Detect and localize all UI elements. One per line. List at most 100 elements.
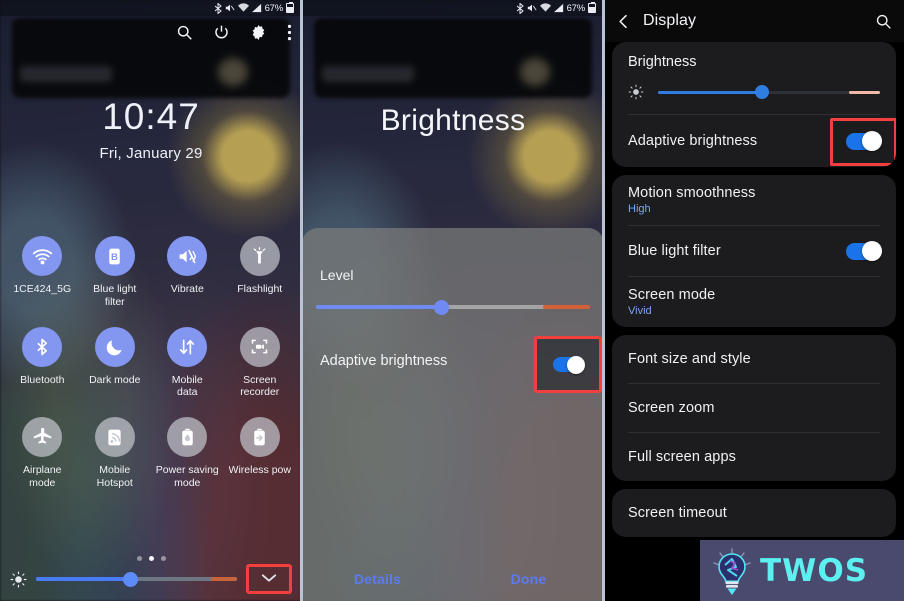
screenshot-root: 67% 10:47 Fri, January 29 1CE424_5G B Bl…: [0, 0, 904, 601]
slider-fill: [316, 305, 443, 309]
mute-icon: [527, 3, 537, 13]
bluetooth-icon: [516, 2, 524, 14]
bluetooth-icon: [22, 326, 63, 367]
slider-fill: [36, 577, 131, 581]
tile-label: Mobile data: [171, 373, 203, 399]
battery-icon: [588, 1, 596, 13]
panel-divider-1: [300, 0, 303, 601]
collapse-panel-button[interactable]: [246, 564, 292, 594]
row-screen-mode[interactable]: Screen mode Vivid: [612, 277, 896, 327]
tile-power-saving-mode[interactable]: Power saving mode: [151, 417, 224, 490]
lightbulb-icon: [710, 546, 754, 596]
moon-icon: [94, 326, 135, 367]
tile-dark-mode[interactable]: Dark mode: [79, 326, 152, 400]
tile-label: Dark mode: [89, 373, 141, 386]
search-icon[interactable]: [875, 13, 892, 30]
tile-airplane-mode[interactable]: Airplane mode: [6, 417, 79, 490]
sun-icon: [10, 570, 27, 588]
display-settings-panel: Display Brightness Adaptive brightness M…: [604, 0, 904, 601]
adaptive-brightness-toggle[interactable]: [553, 355, 585, 374]
wifi-icon: [22, 236, 63, 276]
brightness-card: Brightness Adaptive brightness: [612, 42, 896, 167]
wireless-power-share-icon: [239, 417, 280, 458]
gear-icon[interactable]: [250, 24, 267, 41]
airplane-icon: [22, 417, 63, 458]
tile-screen-recorder[interactable]: Screen recorder: [224, 326, 297, 400]
slider-knob[interactable]: [123, 571, 139, 587]
row-full-screen-apps[interactable]: Full screen apps: [612, 433, 896, 481]
row-motion-smoothness[interactable]: Motion smoothness High: [612, 175, 896, 225]
slider-warm-segment: [848, 90, 880, 94]
slider-warm-segment: [543, 305, 590, 309]
toggle-knob: [862, 241, 882, 261]
status-bar: 67%: [0, 0, 302, 16]
row-label: Full screen apps: [628, 449, 736, 465]
page-title: Display: [643, 12, 697, 29]
tile-bluetooth[interactable]: Bluetooth: [6, 326, 79, 400]
tile-label: 1CE424_5G: [13, 283, 72, 295]
tile-label: Bluetooth: [20, 373, 65, 386]
tile-label: Vibrate: [170, 283, 204, 295]
status-bar: 67%: [302, 0, 604, 16]
adaptive-brightness-highlight: [534, 336, 602, 393]
tile-wireless-power-share[interactable]: Wireless pow: [224, 417, 297, 490]
brightness-block: Brightness: [612, 42, 896, 114]
row-adaptive-brightness[interactable]: Adaptive brightness: [612, 115, 896, 167]
vibrate-icon: [167, 236, 208, 276]
level-slider[interactable]: [316, 298, 590, 316]
brightness-label: Brightness: [628, 54, 697, 70]
brightness-dialog: Level Adaptive brightness Details Done: [302, 228, 604, 601]
row-label: Adaptive brightness: [628, 133, 758, 149]
row-screen-timeout[interactable]: Screen timeout: [612, 489, 896, 537]
dialog-actions: Details Done: [302, 571, 604, 589]
page-indicator: [0, 556, 302, 561]
chevron-down-icon: [261, 570, 277, 588]
hotspot-icon: [94, 417, 135, 458]
tile-vibrate[interactable]: Vibrate: [151, 236, 224, 309]
wifi-icon: [237, 3, 249, 13]
page-dot-active[interactable]: [148, 556, 154, 561]
blue-light-filter-toggle[interactable]: [846, 241, 882, 261]
quick-settings-tiles: 1CE424_5G B Blue light filter Vibrate Fl…: [0, 236, 302, 490]
screen-recorder-icon: [239, 326, 280, 367]
tile-label: Flashlight: [237, 283, 283, 295]
page-dot[interactable]: [160, 556, 166, 561]
tile-mobile-hotspot[interactable]: Mobile Hotspot: [79, 417, 152, 490]
row-screen-zoom[interactable]: Screen zoom: [612, 384, 896, 432]
brightness-slider[interactable]: [658, 84, 880, 100]
flashlight-icon: [239, 236, 280, 276]
watermark: TWOS: [700, 540, 904, 601]
page-dot[interactable]: [136, 556, 142, 561]
mute-icon: [225, 3, 235, 13]
blue-light-filter-icon: B: [94, 236, 135, 276]
slider-knob[interactable]: [434, 299, 450, 315]
done-button[interactable]: Done: [511, 571, 547, 587]
row-blue-light-filter[interactable]: Blue light filter: [612, 226, 896, 276]
brightness-dialog-panel: 67% Brightness Level Adaptive brightness…: [302, 0, 604, 601]
toggle-knob: [567, 355, 585, 374]
sun-icon: [628, 84, 644, 100]
tile-label: Blue light filter: [93, 283, 137, 308]
battery-percent-label: 67%: [566, 2, 586, 14]
row-font-size-and-style[interactable]: Font size and style: [612, 335, 896, 383]
brightness-slider[interactable]: [36, 569, 237, 589]
adaptive-brightness-label: Adaptive brightness: [320, 353, 448, 369]
level-label: Level: [320, 267, 354, 283]
tile-blue-light-filter[interactable]: B Blue light filter: [79, 236, 152, 309]
adaptive-brightness-toggle[interactable]: [846, 131, 882, 151]
quick-settings-toolbar: [176, 24, 292, 41]
back-chevron-icon[interactable]: [616, 14, 631, 29]
battery-percent-label: 67%: [264, 2, 284, 14]
tile-mobile-data[interactable]: Mobile data: [151, 326, 224, 400]
more-vertical-icon[interactable]: [287, 24, 292, 41]
clock-date: Fri, January 29: [99, 145, 203, 162]
tile-flashlight[interactable]: Flashlight: [224, 236, 297, 309]
slider-knob[interactable]: [755, 85, 770, 99]
power-icon[interactable]: [213, 24, 230, 41]
search-icon[interactable]: [176, 24, 193, 41]
tile-label: Airplane mode: [22, 464, 62, 489]
tile-wifi[interactable]: 1CE424_5G: [6, 236, 79, 309]
tile-label: Screen recorder: [240, 373, 280, 399]
details-button[interactable]: Details: [354, 571, 401, 587]
svg-text:B: B: [111, 252, 118, 263]
